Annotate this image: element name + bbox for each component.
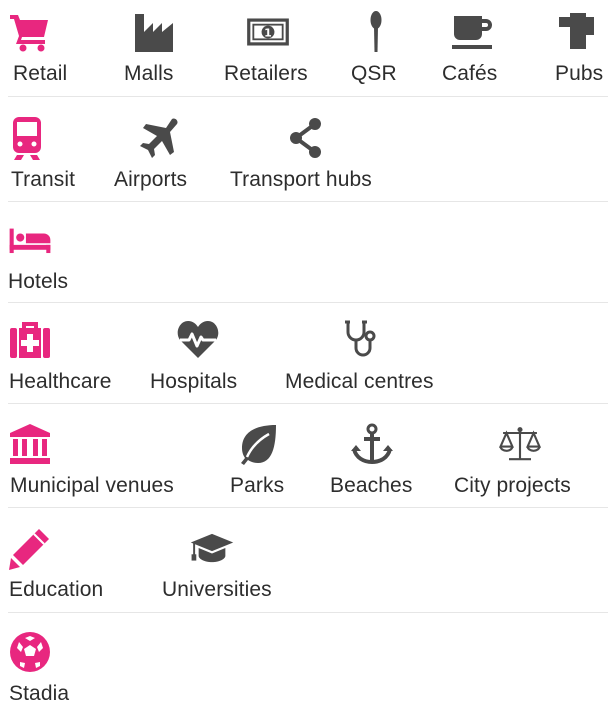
pencil-icon [8, 526, 52, 570]
leaf-icon [236, 422, 280, 466]
category-label: Malls [124, 62, 174, 85]
train-icon [8, 116, 52, 160]
category-label: Education [9, 578, 104, 601]
category-label: Municipal venues [10, 474, 174, 497]
bed-icon [8, 218, 52, 262]
banknote-icon: 1 [246, 10, 290, 54]
category-label: QSR [351, 62, 397, 85]
category-label: Pubs [555, 62, 604, 85]
institution-icon [8, 422, 52, 466]
soccer-ball-icon [8, 630, 52, 674]
anchor-icon [350, 422, 394, 466]
heartbeat-icon [176, 318, 220, 362]
category-label: Hospitals [150, 370, 238, 393]
category-label: Universities [162, 578, 272, 601]
share-nodes-icon [286, 116, 330, 160]
category-label: Transit [11, 168, 76, 191]
category-label: Hotels [8, 270, 69, 293]
divider [8, 507, 608, 508]
category-label: Parks [230, 474, 285, 497]
divider [8, 96, 608, 97]
category-label: City projects [454, 474, 571, 497]
category-label: Medical centres [285, 370, 434, 393]
beer-mug-icon [557, 10, 601, 54]
airplane-icon [138, 116, 182, 160]
svg-text:1: 1 [264, 27, 272, 40]
category-label: Transport hubs [230, 168, 372, 191]
divider [8, 612, 608, 613]
category-label: Healthcare [9, 370, 112, 393]
medkit-icon [8, 318, 52, 362]
category-label: Airports [114, 168, 188, 191]
category-label: Beaches [330, 474, 413, 497]
divider [8, 403, 608, 404]
category-label: Retail [13, 62, 68, 85]
category-label: Retailers [224, 62, 308, 85]
graduation-cap-icon [190, 526, 234, 570]
divider [8, 201, 608, 202]
spoon-icon [354, 10, 398, 54]
stethoscope-icon [341, 318, 385, 362]
shopping-cart-icon [8, 10, 52, 54]
balance-scale-icon [498, 422, 542, 466]
divider [8, 302, 608, 303]
coffee-cup-icon [450, 10, 494, 54]
category-label: Cafés [442, 62, 498, 85]
category-label: Stadia [9, 682, 70, 705]
factory-icon [132, 10, 176, 54]
